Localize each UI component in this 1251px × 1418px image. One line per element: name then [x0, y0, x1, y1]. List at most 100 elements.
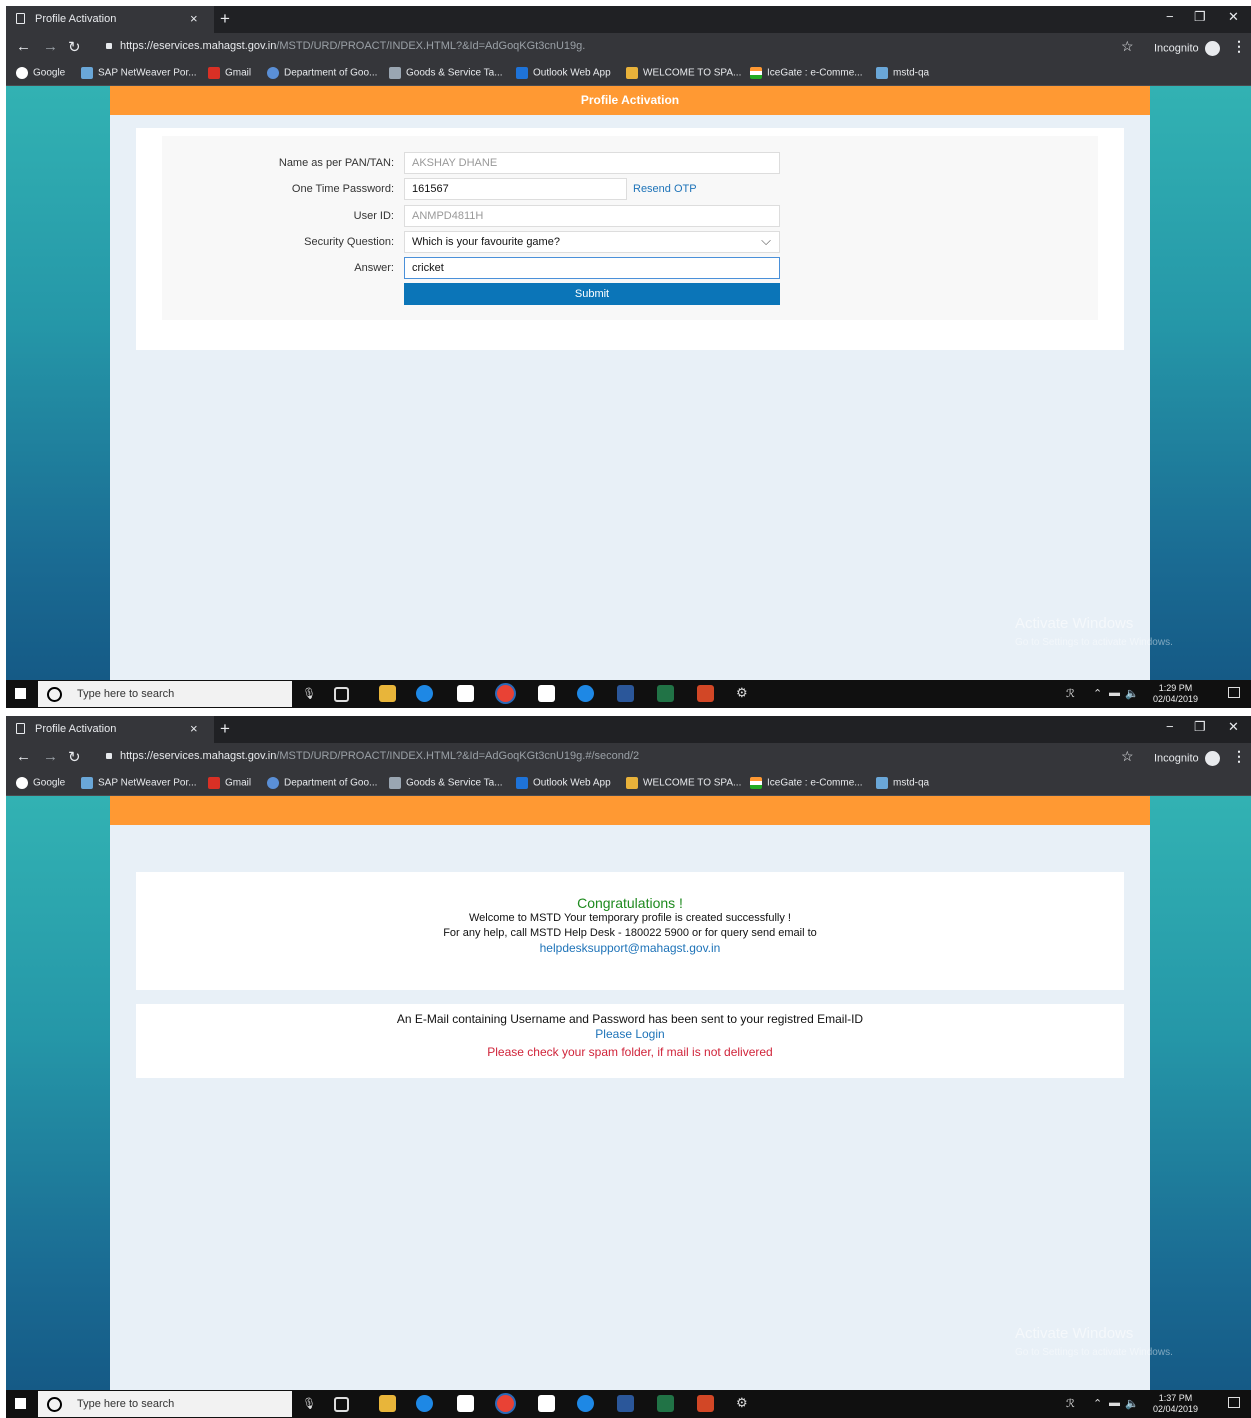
reload-icon[interactable]: ↻	[68, 38, 81, 56]
word-icon[interactable]	[617, 685, 634, 702]
chevron-up-icon[interactable]: ⌃	[1093, 687, 1102, 700]
bookmark-department[interactable]: Department of Goo...	[267, 67, 377, 79]
otp-field[interactable]: 161567	[404, 178, 627, 200]
page-icon	[81, 777, 93, 789]
internet-explorer-icon[interactable]	[577, 1395, 594, 1412]
back-icon[interactable]: ←	[16, 38, 31, 55]
bookmark-gmail[interactable]: Gmail	[208, 67, 251, 79]
bookmark-icegate[interactable]: IceGate : e-Comme...	[750, 67, 863, 79]
notification-icon[interactable]	[1228, 687, 1240, 698]
bookmark-outlook[interactable]: Outlook Web App	[516, 777, 611, 789]
new-tab-icon[interactable]: +	[220, 9, 230, 29]
please-login-link[interactable]: Please Login	[136, 1027, 1124, 1041]
bookmark-star-icon[interactable]: ☆	[1121, 38, 1134, 55]
security-question-select[interactable]: Which is your favourite game? ⌵	[404, 231, 780, 253]
chrome-icon[interactable]	[497, 1395, 514, 1412]
minimize-icon[interactable]: −	[1166, 9, 1174, 24]
windows-start-icon[interactable]	[15, 688, 26, 699]
word-icon[interactable]	[617, 1395, 634, 1412]
menu-kebab-icon[interactable]: ⋮	[1232, 38, 1246, 55]
resend-otp-link[interactable]: Resend OTP	[633, 183, 697, 195]
menu-kebab-icon[interactable]: ⋮	[1232, 748, 1246, 765]
bookmark-sap[interactable]: SAP NetWeaver Por...	[81, 777, 197, 789]
microphone-icon[interactable]: 🎙	[302, 1397, 316, 1410]
forward-icon[interactable]: →	[43, 38, 58, 55]
clock-date: 02/04/2019	[1153, 694, 1199, 704]
userid-field[interactable]: ANMPD4811H	[404, 205, 780, 227]
close-window-icon[interactable]: ✕	[1228, 719, 1239, 735]
windows-start-icon[interactable]	[15, 1398, 26, 1409]
bookmark-goods-service[interactable]: Goods & Service Ta...	[389, 777, 503, 789]
restore-icon[interactable]: ❐	[1194, 9, 1206, 25]
bookmark-department[interactable]: Department of Goo...	[267, 777, 377, 789]
flag-icon	[750, 67, 762, 79]
mail-icon[interactable]	[538, 685, 555, 702]
reload-icon[interactable]: ↻	[68, 748, 81, 766]
battery-icon[interactable]: ▬	[1109, 1397, 1120, 1409]
activate-windows-subtitle: Go to Settings to activate Windows.	[1015, 1347, 1173, 1358]
volume-icon[interactable]: 🔈	[1125, 687, 1139, 700]
address-bar-row: ← → ↻ https://eservices.mahagst.gov.in/M…	[6, 743, 1251, 771]
minimize-icon[interactable]: −	[1166, 719, 1174, 734]
system-clock[interactable]: 1:29 PM 02/04/2019	[1153, 683, 1198, 705]
close-tab-icon[interactable]: ×	[190, 721, 198, 736]
people-icon[interactable]: ℛ	[1066, 1397, 1075, 1410]
excel-icon[interactable]	[657, 685, 674, 702]
people-icon[interactable]: ℛ	[1066, 687, 1075, 700]
forward-icon[interactable]: →	[43, 748, 58, 765]
task-view-icon[interactable]	[334, 687, 349, 702]
volume-icon[interactable]: 🔈	[1125, 1397, 1139, 1410]
excel-icon[interactable]	[657, 1395, 674, 1412]
restore-icon[interactable]: ❐	[1194, 719, 1206, 735]
bookmark-gmail[interactable]: Gmail	[208, 777, 251, 789]
edge-icon[interactable]	[416, 685, 433, 702]
browser-tab[interactable]: Profile Activation ×	[6, 6, 214, 33]
bookmark-welcome[interactable]: WELCOME TO SPA...	[626, 67, 741, 79]
bookmark-outlook[interactable]: Outlook Web App	[516, 67, 611, 79]
bookmark-goods-service[interactable]: Goods & Service Ta...	[389, 67, 503, 79]
otp-row: One Time Password: 161567 Resend OTP	[162, 178, 1098, 200]
microphone-icon[interactable]: 🎙	[302, 687, 316, 700]
back-icon[interactable]: ←	[16, 748, 31, 765]
settings-icon[interactable]: ⚙	[736, 1395, 748, 1411]
chrome-icon[interactable]	[497, 685, 514, 702]
store-icon[interactable]	[457, 1395, 474, 1412]
security-question-value: Which is your favourite game?	[412, 236, 560, 248]
powerpoint-icon[interactable]	[697, 1395, 714, 1412]
edge-icon[interactable]	[416, 1395, 433, 1412]
url-field[interactable]: https://eservices.mahagst.gov.in/MSTD/UR…	[106, 750, 639, 762]
bookmark-mstd-qa[interactable]: mstd-qa	[876, 67, 929, 79]
helpdesk-email-link[interactable]: helpdesksupport@mahagst.gov.in	[136, 941, 1124, 955]
close-window-icon[interactable]: ✕	[1228, 9, 1239, 25]
close-tab-icon[interactable]: ×	[190, 11, 198, 26]
file-explorer-icon[interactable]	[379, 685, 396, 702]
bookmark-google[interactable]: Google	[16, 67, 65, 79]
email-sent-text: An E-Mail containing Username and Passwo…	[396, 1012, 864, 1026]
store-icon[interactable]	[457, 685, 474, 702]
settings-icon[interactable]: ⚙	[736, 685, 748, 701]
file-explorer-icon[interactable]	[379, 1395, 396, 1412]
internet-explorer-icon[interactable]	[577, 685, 594, 702]
bookmark-mstd-qa[interactable]: mstd-qa	[876, 777, 929, 789]
bookmark-star-icon[interactable]: ☆	[1121, 748, 1134, 765]
task-view-icon[interactable]	[334, 1397, 349, 1412]
notification-icon[interactable]	[1228, 1397, 1240, 1408]
chevron-up-icon[interactable]: ⌃	[1093, 1397, 1102, 1410]
taskbar-search-box[interactable]: Type here to search	[38, 1391, 292, 1417]
bookmark-google[interactable]: Google	[16, 777, 65, 789]
page-icon	[626, 67, 638, 79]
bookmark-sap[interactable]: SAP NetWeaver Por...	[81, 67, 197, 79]
powerpoint-icon[interactable]	[697, 685, 714, 702]
url-field[interactable]: https://eservices.mahagst.gov.in/MSTD/UR…	[106, 40, 585, 52]
new-tab-icon[interactable]: +	[220, 719, 230, 739]
email-notice-card: An E-Mail containing Username and Passwo…	[136, 1004, 1124, 1078]
browser-tab[interactable]: Profile Activation ×	[6, 716, 214, 743]
mail-icon[interactable]	[538, 1395, 555, 1412]
battery-icon[interactable]: ▬	[1109, 687, 1120, 699]
answer-field[interactable]: cricket	[404, 257, 780, 279]
bookmark-icegate[interactable]: IceGate : e-Comme...	[750, 777, 863, 789]
bookmark-welcome[interactable]: WELCOME TO SPA...	[626, 777, 741, 789]
submit-button[interactable]: Submit	[404, 283, 780, 305]
name-field[interactable]: AKSHAY DHANE	[404, 152, 780, 174]
taskbar-search-box[interactable]: Type here to search	[38, 681, 292, 707]
